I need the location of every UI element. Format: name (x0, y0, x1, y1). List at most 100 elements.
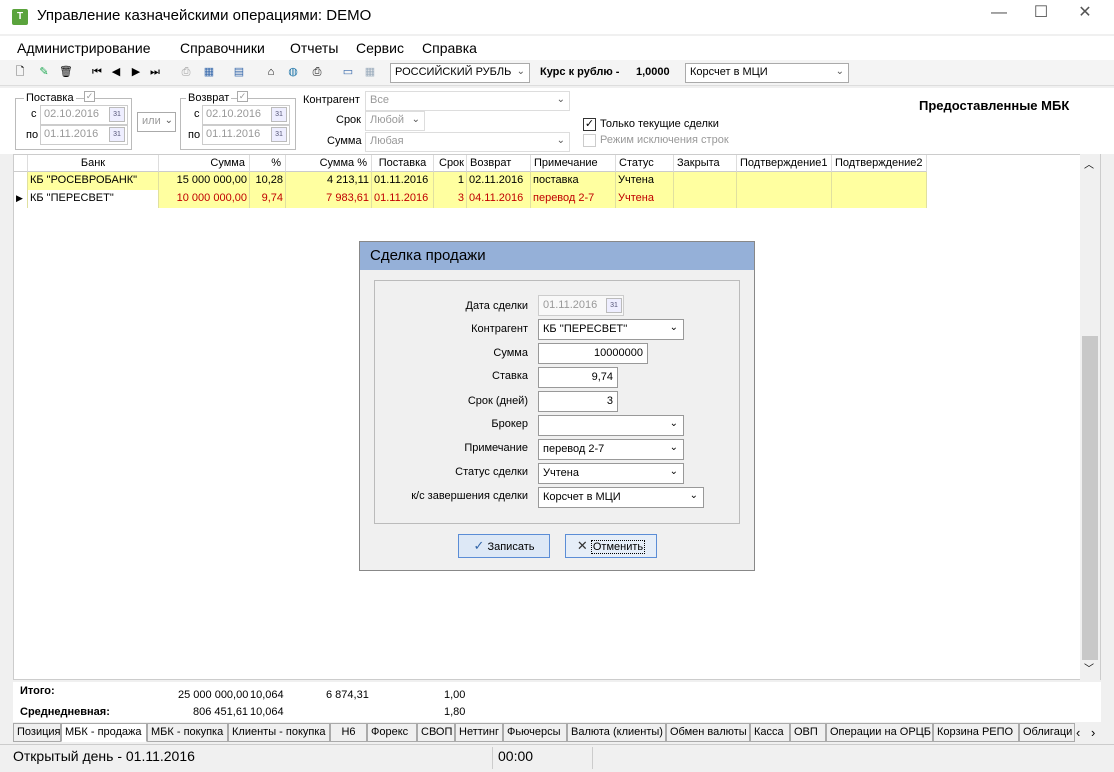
delivery-label: Поставка (24, 92, 76, 104)
app-icon: T (12, 9, 28, 25)
column-header[interactable]: Подтверждение2 (832, 155, 927, 172)
tab-n6[interactable]: Н6 (330, 723, 367, 742)
tab-position[interactable]: Позиция (13, 723, 61, 742)
tab-futures[interactable]: Фьючерсы (503, 723, 567, 742)
next-record-icon[interactable]: ▶ (129, 65, 143, 79)
chevron-down-icon: ⌄ (669, 322, 678, 333)
exclusion-mode-checkbox[interactable] (583, 134, 596, 147)
close-button[interactable]: ✕ (1062, 0, 1108, 30)
menu-help[interactable]: Справка (422, 40, 477, 56)
column-header[interactable]: Банк (28, 155, 159, 172)
menu-references[interactable]: Справочники (180, 40, 265, 56)
tab-bonds[interactable]: Облигаци (1019, 723, 1075, 742)
column-header[interactable]: Статус (616, 155, 674, 172)
tab-repo-basket[interactable]: Корзина РЕПО (933, 723, 1019, 742)
tab-currency-exchange[interactable]: Обмен валюты (666, 723, 750, 742)
tab-ovp[interactable]: ОВП (790, 723, 826, 742)
globe-icon[interactable]: ◍ (286, 65, 300, 79)
column-header[interactable]: % (250, 155, 286, 172)
prev-record-icon[interactable]: ◀ (109, 65, 123, 79)
column-header[interactable]: Возврат (467, 155, 531, 172)
tab-mbk-sale[interactable]: МБК - продажа (61, 723, 147, 742)
table-cell (832, 172, 927, 190)
current-row-indicator-icon: ▶ (14, 190, 28, 208)
broker-select[interactable]: ⌄ (538, 415, 684, 436)
column-header[interactable]: Поставка (372, 155, 434, 172)
save-button[interactable]: ✓ Записать (458, 534, 550, 558)
minimize-button[interactable]: — (976, 0, 1022, 30)
table-cell: 01.11.2016 (372, 172, 434, 190)
counterparty-select[interactable]: КБ ''ПЕРЕСВЕТ'' ⌄ (538, 319, 684, 340)
chevron-up-icon[interactable]: ︿ (1084, 156, 1094, 171)
currency-select[interactable]: РОССИЙСКИЙ РУБЛЬ ⌄ (390, 63, 530, 83)
first-record-icon[interactable]: ⏮ (90, 65, 104, 79)
amount-label: Сумма (327, 135, 362, 147)
amount-filter[interactable]: Любая ⌄ (365, 132, 570, 152)
column-header[interactable]: Срок (434, 155, 467, 172)
sum-input[interactable]: 10000000 (538, 343, 648, 364)
open-day-status: Открытый день - 01.11.2016 (13, 748, 195, 764)
delete-icon[interactable]: 🗑 (59, 65, 73, 79)
table-cell: 9,74 (250, 190, 286, 208)
rate-input[interactable]: 9,74 (538, 367, 618, 388)
total-interest: 6 874,31 (326, 689, 369, 701)
row-indicator-header (14, 155, 28, 172)
excel-icon[interactable]: ▦ (202, 65, 216, 79)
calendar-icon[interactable]: 31 (271, 107, 287, 122)
only-current-checkbox[interactable]: ✓ (583, 118, 596, 131)
calendar-icon[interactable]: 31 (606, 298, 622, 313)
tab-forex[interactable]: Форекс (367, 723, 417, 742)
menu-reports[interactable]: Отчеты (290, 40, 338, 56)
bank-icon[interactable]: ⌂ (264, 65, 278, 79)
column-header[interactable]: Сумма (159, 155, 250, 172)
menu-service[interactable]: Сервис (356, 40, 404, 56)
column-header[interactable]: Примечание (531, 155, 616, 172)
counterparty-filter[interactable]: Все ⌄ (365, 91, 570, 111)
tab-swap[interactable]: СВОП (417, 723, 455, 742)
chevron-down-icon: ⌄ (669, 442, 678, 453)
status-bar: Открытый день - 01.11.2016 00:00 (0, 744, 1114, 772)
report-icon[interactable]: ▤ (232, 65, 246, 79)
new-icon[interactable]: 🗋 (13, 65, 27, 79)
calendar-icon[interactable]: 31 (109, 107, 125, 122)
note-select[interactable]: перевод 2-7 ⌄ (538, 439, 684, 460)
menu-administration[interactable]: Администрирование (17, 40, 151, 56)
column-header[interactable]: Сумма % (286, 155, 372, 172)
account-select[interactable]: Корсчет в МЦИ ⌄ (685, 63, 849, 83)
grid-icon[interactable]: ▦ (363, 65, 377, 79)
cancel-button[interactable]: ✕ Отменить (565, 534, 657, 558)
printer-icon[interactable]: ⎙ (310, 65, 324, 79)
deal-status-select[interactable]: Учтена ⌄ (538, 463, 684, 484)
tab-orcb-operations[interactable]: Операции на ОРЦБ (826, 723, 933, 742)
term-days-input[interactable]: 3 (538, 391, 618, 412)
scrollbar-thumb[interactable] (1082, 336, 1098, 660)
delivery-checkbox[interactable]: ✓ (84, 91, 95, 102)
calendar-icon[interactable]: 31 (109, 127, 125, 142)
total-sum: 25 000 000,00 (178, 689, 249, 701)
return-checkbox[interactable]: ✓ (237, 91, 248, 102)
tab-mbk-purchase[interactable]: МБК - покупка (147, 723, 228, 742)
column-header[interactable]: Подтверждение1 (737, 155, 832, 172)
filter-panel: Поставка ✓ с 02.10.2016 31 по 01.11.2016… (0, 88, 1114, 154)
column-header[interactable]: Закрыта (674, 155, 737, 172)
settlement-account-select[interactable]: Корсчет в МЦИ ⌄ (538, 487, 704, 508)
tab-currency-clients[interactable]: Валюта (клиенты) (567, 723, 666, 742)
or-select[interactable]: или ⌄ (137, 112, 176, 132)
edit-icon[interactable]: ✎ (37, 65, 51, 79)
checkmark-icon: ✓ (473, 538, 485, 553)
tab-netting[interactable]: Неттинг (455, 723, 503, 742)
chevron-right-icon[interactable]: › (1091, 725, 1095, 740)
status-time: 00:00 (498, 748, 534, 764)
chevron-down-icon[interactable]: ﹀ (1084, 660, 1094, 675)
broker-label: Брокер (491, 418, 528, 430)
maximize-button[interactable]: ☐ (1018, 0, 1064, 30)
window-icon[interactable]: ▭ (341, 65, 355, 79)
print-icon[interactable]: ⎙ (179, 65, 193, 79)
last-record-icon[interactable]: ⏭ (148, 65, 162, 79)
chevron-down-icon: ⌄ (669, 466, 678, 477)
term-filter[interactable]: Любой ⌄ (365, 111, 425, 131)
tab-cash[interactable]: Касса (750, 723, 790, 742)
chevron-left-icon[interactable]: ‹ (1076, 725, 1080, 740)
calendar-icon[interactable]: 31 (271, 127, 287, 142)
tab-clients-purchase[interactable]: Клиенты - покупка (228, 723, 330, 742)
